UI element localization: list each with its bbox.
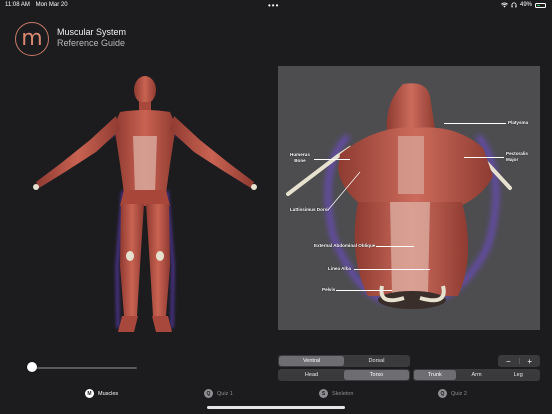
multitasking-dots-icon[interactable]: ••• — [268, 1, 279, 10]
segment-leg[interactable]: Leg — [497, 370, 539, 380]
headphones-icon — [511, 2, 517, 8]
zoom-in-button[interactable]: + — [519, 355, 540, 367]
slider-track[interactable] — [31, 367, 137, 369]
app-logo: m — [15, 22, 49, 56]
label-humerus-bone[interactable]: Humerus Bone — [290, 152, 310, 163]
subregion-segmented-control[interactable]: Trunk Arm Leg — [413, 369, 540, 381]
battery-level — [537, 4, 541, 6]
rotation-slider[interactable] — [27, 362, 137, 372]
torso-detail-view[interactable]: Platysma Pectoralis Major Humerus Bone L… — [278, 66, 540, 330]
tab-muscles[interactable]: M Muscles — [85, 389, 118, 398]
segment-torso[interactable]: Torso — [344, 370, 409, 380]
segment-ventral[interactable]: Ventral — [279, 356, 344, 366]
tab-label: Skeleton — [332, 390, 354, 397]
tab-bar: M Muscles Q Quiz 1 S Skeleton Q Quiz 2 — [0, 389, 552, 407]
muscles-icon: M — [85, 389, 94, 398]
leader-line — [336, 290, 392, 291]
zoom-out-button[interactable]: − — [498, 355, 519, 367]
segment-head[interactable]: Head — [279, 370, 344, 380]
quiz-icon: Q — [204, 389, 213, 398]
full-body-muscle-model[interactable] — [20, 66, 270, 341]
segment-dorsal[interactable]: Dorsal — [344, 356, 409, 366]
tab-skeleton[interactable]: S Skeleton — [319, 389, 353, 398]
segment-trunk[interactable]: Trunk — [414, 370, 456, 380]
leader-line — [376, 246, 414, 247]
label-pectoralis-major[interactable]: Pectoralis Major — [506, 151, 528, 162]
tab-label: Muscles — [98, 390, 119, 397]
slider-thumb[interactable] — [27, 362, 37, 372]
leader-line — [327, 171, 361, 211]
status-time: 11:08 AM — [5, 2, 30, 8]
app-title: Muscular System — [57, 27, 127, 37]
label-linea-alba[interactable]: Linea Alba — [328, 266, 351, 272]
label-latissimus-dorsi[interactable]: Lattissimus Dorsi — [290, 207, 329, 213]
view-segmented-control[interactable]: Ventral Dorsal — [278, 355, 410, 367]
skeleton-icon: S — [319, 389, 328, 398]
leader-line — [464, 157, 504, 158]
tab-label: Quiz 1 — [217, 390, 233, 397]
home-indicator[interactable] — [207, 406, 345, 409]
battery-percent: 49% — [519, 2, 532, 8]
leader-line — [314, 159, 350, 160]
status-date: Mon Mar 20 — [35, 2, 68, 8]
quiz-icon: Q — [438, 389, 447, 398]
leader-line — [354, 269, 430, 270]
battery-icon — [535, 2, 546, 8]
status-bar: 11:08 AM Mon Mar 20 ••• 49% — [0, 0, 552, 12]
wifi-icon — [500, 2, 508, 8]
label-platysma[interactable]: Platysma — [508, 120, 528, 126]
zoom-stepper[interactable]: − + — [498, 355, 540, 367]
tab-quiz-2[interactable]: Q Quiz 2 — [438, 389, 467, 398]
label-pelvis[interactable]: Pelvis — [322, 287, 335, 293]
app-subtitle: Reference Guide — [57, 38, 126, 48]
leader-line — [444, 123, 506, 124]
tab-quiz-1[interactable]: Q Quiz 1 — [204, 389, 233, 398]
app-title-block: Muscular System Reference Guide — [57, 27, 126, 49]
segment-arm[interactable]: Arm — [456, 370, 498, 380]
tab-label: Quiz 2 — [451, 390, 467, 397]
region-segmented-control[interactable]: Head Torso — [278, 369, 410, 381]
torso-muscle-model[interactable] — [278, 66, 540, 330]
label-external-oblique[interactable]: External Abdominal Oblique — [314, 243, 375, 249]
